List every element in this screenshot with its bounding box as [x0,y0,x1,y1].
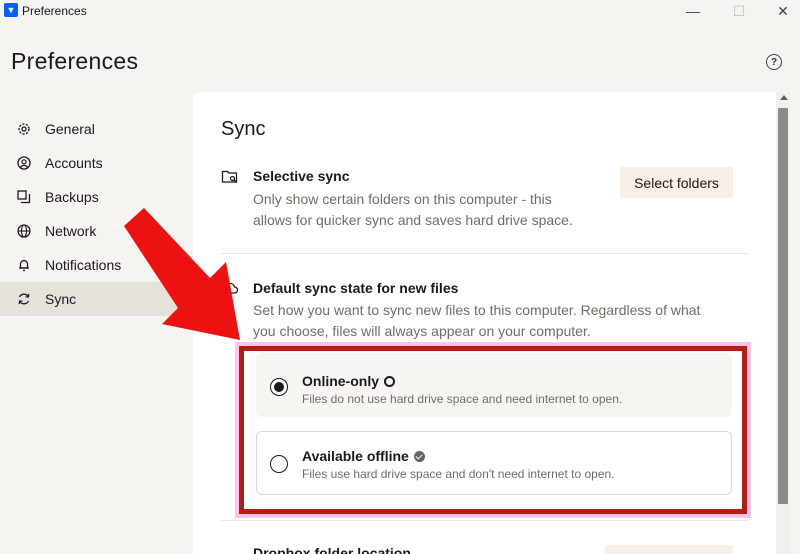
sidebar-item-label: Network [45,223,97,239]
select-folders-button[interactable]: Select folders [620,167,733,198]
annotation-highlight-box [239,346,747,514]
selective-sync-desc: Only show certain folders on this comput… [253,191,552,207]
move-folder-button[interactable] [605,545,733,554]
divider [221,253,748,254]
default-sync-desc-2: you choose, files will always appear on … [253,323,591,339]
window-title: Preferences [22,4,87,18]
sidebar-item-general[interactable]: General [0,112,192,146]
close-button[interactable]: ✕ [760,0,800,22]
sidebar-item-label: Sync [45,291,77,307]
scrollbar-thumb[interactable] [778,108,788,504]
sidebar-item-label: Backups [45,189,99,205]
bell-icon [17,258,31,272]
account-icon [17,156,31,170]
default-sync-title: Default sync state for new files [253,280,459,296]
sidebar-item-accounts[interactable]: Accounts [0,146,192,180]
scroll-up-arrow-icon[interactable] [780,95,788,100]
section-title: Sync [221,118,266,140]
title-bar: ▼ Preferences — ☐ ✕ [0,0,800,22]
page-title: Preferences [11,48,139,74]
folder-search-icon [221,170,238,183]
sidebar-item-label: General [45,121,95,137]
sync-icon [17,292,31,306]
help-icon[interactable]: ? [766,54,782,70]
sidebar-item-label: Accounts [45,155,103,171]
selective-sync-title: Selective sync [253,168,350,184]
globe-icon [17,224,31,238]
folder-location-title: Dropbox folder location [253,545,411,554]
minimize-button[interactable]: — [670,0,716,22]
selective-sync-desc-2: allows for quicker sync and saves hard d… [253,212,573,228]
dropbox-logo-icon: ▼ [4,3,18,17]
maximize-button[interactable]: ☐ [716,0,762,22]
backup-icon [17,190,31,204]
divider [221,520,748,521]
default-sync-desc: Set how you want to sync new files to th… [253,302,701,318]
gear-icon [17,122,31,136]
annotation-arrow-icon [124,208,240,340]
